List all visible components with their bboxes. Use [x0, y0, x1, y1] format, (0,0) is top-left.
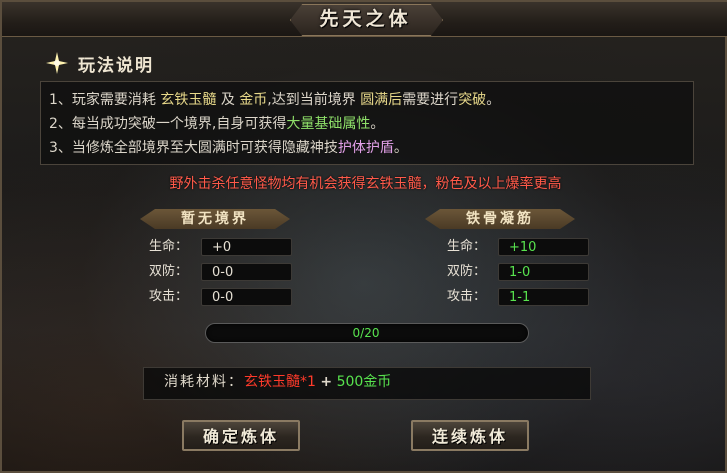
window-title: 先天之体 [319, 8, 412, 30]
rule-1-gold: 金币 [239, 92, 268, 108]
rule-line-1: 1、玩家需要消耗 玄铁玉髓 及 金币,达到当前境界 圆满后需要进行突破。 [49, 90, 500, 110]
intro-header: 玩法说明 [46, 52, 154, 76]
current-hp-value: +0 [201, 238, 292, 256]
rule-1-full: 圆满后 [360, 92, 403, 108]
drop-tip: 野外击杀任意怪物均有机会获得玄铁玉髓，粉色及以上爆率更高 [169, 176, 562, 192]
current-def-label: 双防： [149, 264, 189, 279]
material-gold: 500金币 [336, 374, 392, 390]
panel-frame: 先天之体 玩法说明 1、玩家需要消耗 玄铁玉髓 及 金币,达到当前境界 圆满后需… [0, 0, 727, 473]
current-realm-name: 暂无境界 [181, 211, 249, 227]
rule-line-3: 3、当修炼全部境界至大圆满时可获得隐藏神技护体护盾。 [49, 138, 408, 158]
rule-2-attr: 大量基础属性 [286, 116, 371, 132]
current-atk-value: 0-0 [201, 288, 292, 306]
current-atk-label: 攻击： [149, 289, 189, 304]
rule-1-mid2: ,达到当前境界 [267, 92, 356, 108]
sparkle-icon [46, 52, 68, 74]
rule-1-mid3: 需要进行 [402, 92, 459, 108]
rule-1-mid1: 及 [220, 92, 235, 108]
rule-3-end: 。 [393, 140, 408, 156]
rule-1-breakthrough: 突破 [458, 92, 487, 108]
progress-text: 0/20 [352, 326, 380, 340]
next-hp-label: 生命： [447, 239, 487, 254]
rule-2-end: 。 [370, 116, 385, 132]
next-atk-label: 攻击： [447, 289, 487, 304]
next-def-value: 1-0 [498, 263, 589, 281]
rules-box: 1、玩家需要消耗 玄铁玉髓 及 金币,达到当前境界 圆满后需要进行突破。 2、每… [40, 81, 694, 165]
current-hp-label: 生命： [149, 239, 189, 254]
next-hp-value: +10 [498, 238, 589, 256]
rule-3-shield: 护体护盾 [337, 140, 394, 156]
material-cost: 消耗材料：玄铁玉髓*1 + 500金币 [164, 367, 391, 398]
intro-title: 玩法说明 [78, 55, 154, 76]
material-label: 消耗材料： [164, 374, 244, 390]
rule-1-prefix: 1、玩家需要消耗 [49, 92, 156, 108]
next-def-label: 双防： [447, 264, 487, 279]
rule-2-prefix: 2、每当成功突破一个境界,自身可获得 [49, 116, 287, 132]
rule-line-2: 2、每当成功突破一个境界,自身可获得大量基础属性。 [49, 114, 384, 134]
rule-1-end: 。 [486, 92, 501, 108]
confirm-refine-button[interactable]: 确定炼体 [182, 420, 300, 451]
material-item: 玄铁玉髓*1 [244, 374, 316, 390]
material-plus: + [320, 374, 333, 390]
rule-1-item: 玄铁玉髓 [160, 92, 217, 108]
continuous-refine-button[interactable]: 连续炼体 [411, 420, 529, 451]
next-realm-name: 铁骨凝筋 [466, 211, 534, 227]
next-atk-value: 1-1 [498, 288, 589, 306]
rule-3-prefix: 3、当修炼全部境界至大圆满时可获得隐藏神技 [49, 140, 338, 156]
current-def-value: 0-0 [201, 263, 292, 281]
